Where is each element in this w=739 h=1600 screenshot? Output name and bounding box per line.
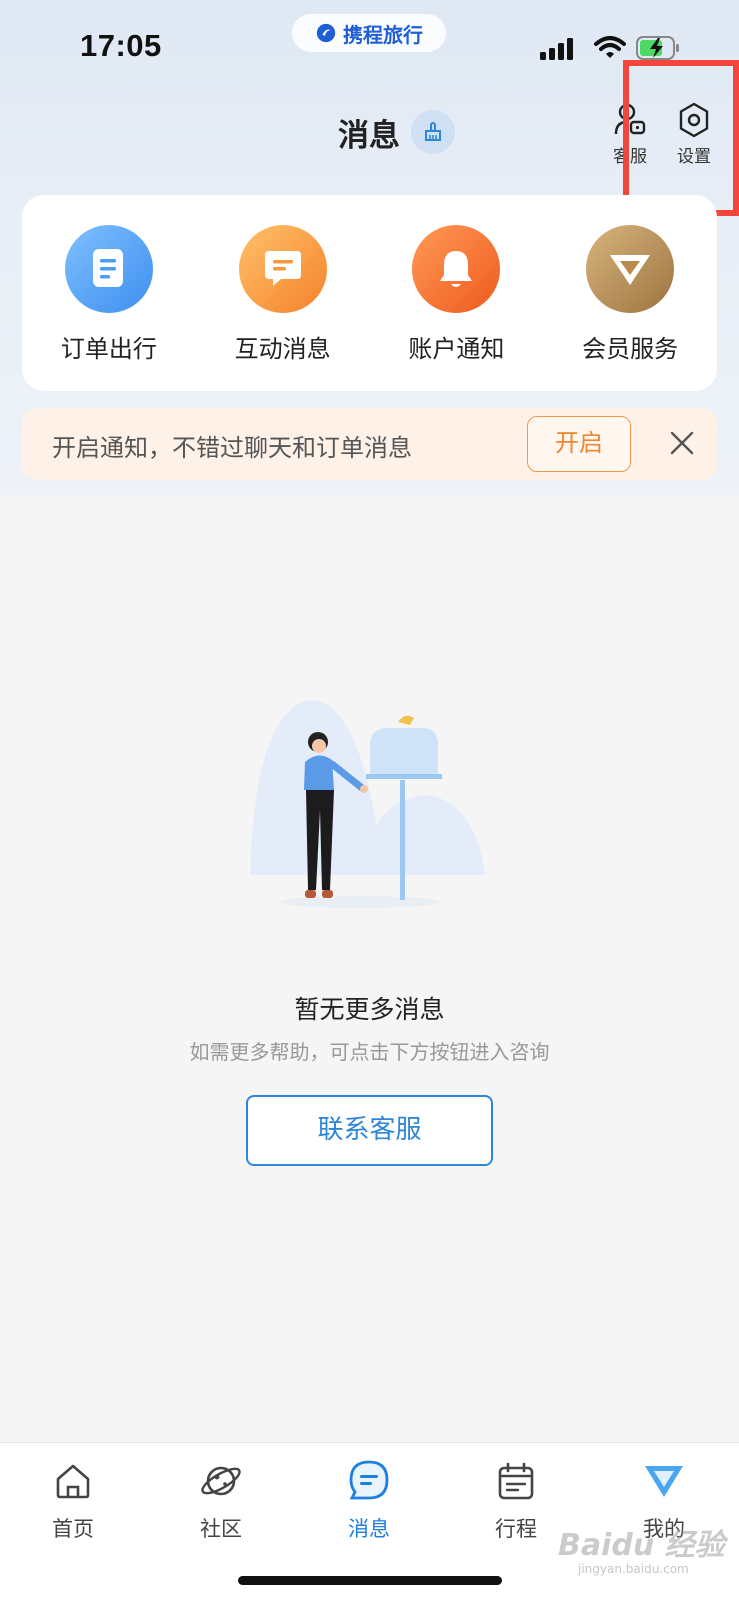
tab-community[interactable]: 社区 — [171, 1457, 271, 1543]
vip-diamond-icon — [586, 225, 675, 313]
empty-mailbox-illustration — [250, 700, 485, 908]
quick-action-label: 账户通知 — [408, 335, 505, 363]
ctrip-logo-icon — [316, 23, 336, 43]
quick-action-label: 订单出行 — [60, 335, 157, 363]
notification-banner: 开启通知，不错过聊天和订单消息 开启 — [22, 408, 717, 480]
settings-button[interactable]: 设置 — [664, 100, 724, 167]
tab-label: 消息 — [348, 1517, 390, 1541]
customer-service-button[interactable]: 客服 — [600, 100, 660, 167]
status-bar: 17:05 携程旅行 — [0, 0, 739, 95]
quick-action-label: 互动消息 — [234, 335, 331, 363]
page-title: 消息 — [338, 118, 400, 154]
quick-action-account[interactable]: 账户通知 — [386, 225, 526, 364]
tab-itinerary[interactable]: 行程 — [466, 1457, 566, 1543]
quick-action-order[interactable]: 订单出行 — [39, 225, 179, 364]
vip-icon — [645, 1466, 683, 1497]
tab-home[interactable]: 首页 — [23, 1457, 123, 1543]
empty-state-title: 暂无更多消息 — [294, 995, 445, 1024]
broom-icon — [425, 122, 441, 141]
brand-name: 携程旅行 — [343, 22, 423, 47]
gear-icon — [679, 102, 709, 138]
contact-service-button[interactable]: 联系客服 — [246, 1095, 493, 1166]
battery-charging-icon — [636, 36, 679, 60]
settings-label: 设置 — [677, 147, 711, 167]
quick-action-interaction[interactable]: 互动消息 — [213, 225, 353, 364]
tab-messages[interactable]: 消息 — [319, 1457, 419, 1543]
message-icon — [349, 1460, 389, 1500]
signal-icon — [540, 38, 573, 60]
enable-notification-button[interactable]: 开启 — [527, 416, 631, 472]
quick-action-vip[interactable]: 会员服务 — [560, 225, 700, 364]
watermark-url: jingyan.baidu.com — [578, 1562, 689, 1576]
wifi-icon — [594, 36, 626, 58]
tab-label: 行程 — [495, 1517, 537, 1541]
chat-icon — [238, 225, 327, 313]
home-icon — [56, 1464, 90, 1499]
home-indicator — [238, 1576, 502, 1585]
quick-actions-card: 订单出行 互动消息 账户通知 会员服务 — [22, 195, 717, 391]
calendar-icon — [498, 1462, 534, 1500]
notification-text: 开启通知，不错过聊天和订单消息 — [52, 434, 412, 462]
status-time: 17:05 — [80, 28, 162, 63]
brand-pill: 携程旅行 — [292, 14, 446, 52]
quick-action-label: 会员服务 — [582, 335, 679, 363]
order-icon — [64, 225, 153, 313]
tab-label: 社区 — [200, 1517, 242, 1541]
clear-unread-button[interactable] — [411, 110, 455, 154]
planet-icon — [201, 1466, 241, 1496]
customer-service-label: 客服 — [613, 147, 647, 167]
bell-icon — [412, 225, 501, 313]
page-header: 消息 客服 设置 — [0, 100, 739, 180]
tab-label: 首页 — [52, 1517, 94, 1541]
customer-service-icon — [614, 103, 646, 135]
empty-state-subtitle: 如需更多帮助，可点击下方按钮进入咨询 — [189, 1040, 550, 1064]
close-icon[interactable] — [667, 428, 697, 458]
watermark: Baidu 经验 — [558, 1528, 725, 1563]
